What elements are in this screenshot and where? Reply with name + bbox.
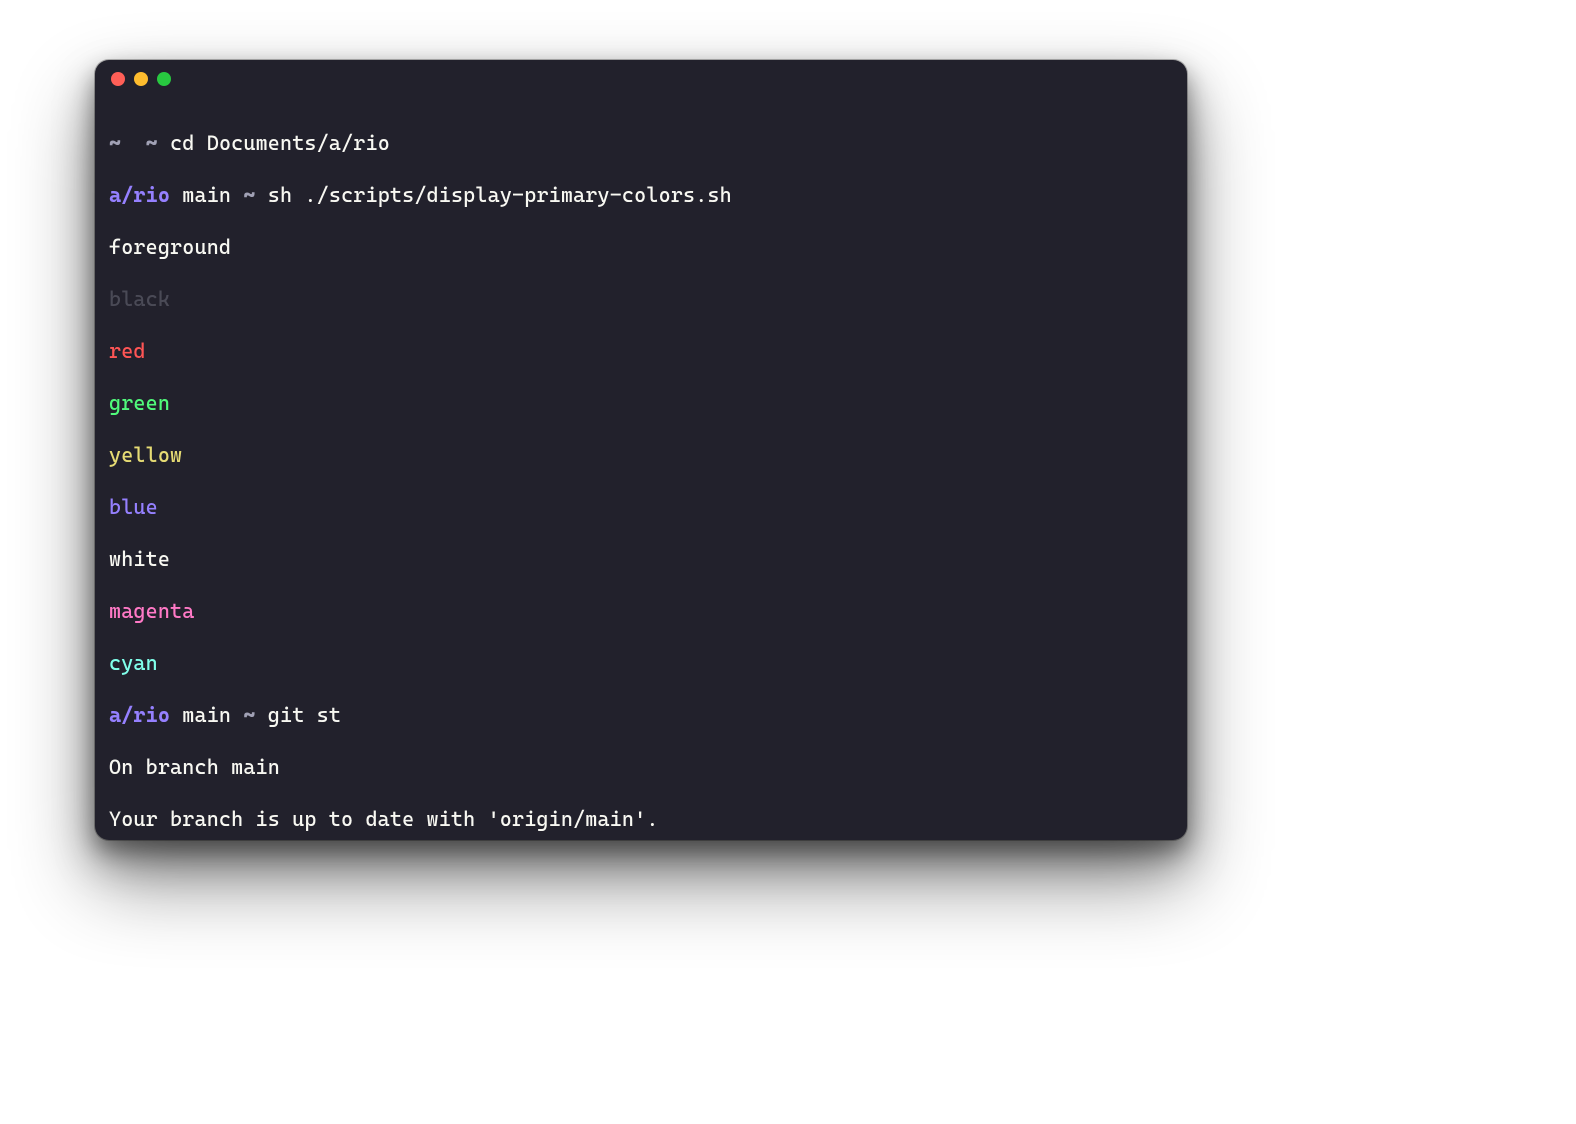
prompt-path: a/rio xyxy=(109,183,170,207)
prompt-sep: ~ xyxy=(243,703,255,727)
color-name-yellow: yellow xyxy=(109,443,182,467)
terminal-line: red xyxy=(109,338,1173,364)
terminal-line: white xyxy=(109,546,1173,572)
color-name-blue: blue xyxy=(109,495,158,519)
terminal-line: magenta xyxy=(109,598,1173,624)
color-name-white: white xyxy=(109,547,170,571)
terminal-content[interactable]: ~ ~ cd Documents/a/rio a/rio main ~ sh .… xyxy=(95,98,1187,840)
command-text: git st xyxy=(268,703,341,727)
prompt-tilde: ~ xyxy=(146,131,158,155)
terminal-window: ~ ~ cd Documents/a/rio a/rio main ~ sh .… xyxy=(95,60,1187,840)
terminal-line: foreground xyxy=(109,234,1173,260)
terminal-line: cyan xyxy=(109,650,1173,676)
close-icon[interactable] xyxy=(111,72,125,86)
terminal-line: ~ ~ cd Documents/a/rio xyxy=(109,130,1173,156)
terminal-line: green xyxy=(109,390,1173,416)
minimize-icon[interactable] xyxy=(134,72,148,86)
terminal-line: blue xyxy=(109,494,1173,520)
terminal-line: a/rio main ~ git st xyxy=(109,702,1173,728)
prompt-branch: main xyxy=(182,703,231,727)
prompt-tilde: ~ xyxy=(109,131,121,155)
color-name-cyan: cyan xyxy=(109,651,158,675)
git-output: Your branch is up to date with 'origin/m… xyxy=(109,807,659,831)
terminal-line: a/rio main ~ sh ./scripts/display-primar… xyxy=(109,182,1173,208)
color-name-magenta: magenta xyxy=(109,599,194,623)
titlebar xyxy=(95,60,1187,98)
prompt-path: a/rio xyxy=(109,703,170,727)
color-name-red: red xyxy=(109,339,146,363)
color-name-black: black xyxy=(109,287,170,311)
color-name-green: green xyxy=(109,391,170,415)
prompt-branch: main xyxy=(182,183,231,207)
terminal-line: yellow xyxy=(109,442,1173,468)
terminal-line: black xyxy=(109,286,1173,312)
terminal-line: Your branch is up to date with 'origin/m… xyxy=(109,806,1173,832)
color-name-foreground: foreground xyxy=(109,235,231,259)
zoom-icon[interactable] xyxy=(157,72,171,86)
prompt-sep: ~ xyxy=(243,183,255,207)
git-output: On branch main xyxy=(109,755,280,779)
command-text: sh ./scripts/display-primary-colors.sh xyxy=(268,183,732,207)
command-text: cd Documents/a/rio xyxy=(170,131,390,155)
terminal-line: On branch main xyxy=(109,754,1173,780)
